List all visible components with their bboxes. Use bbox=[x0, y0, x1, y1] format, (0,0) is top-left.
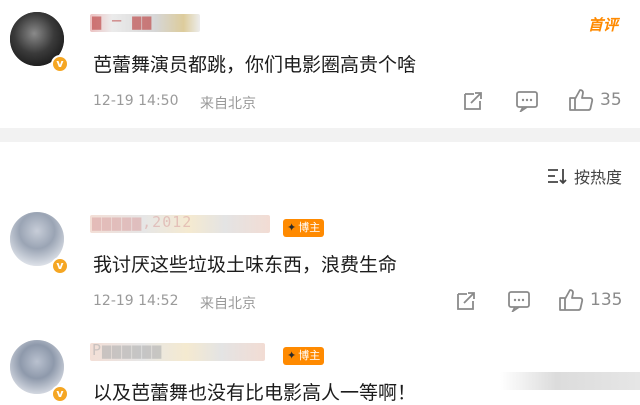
share-icon bbox=[457, 292, 475, 310]
verified-badge-icon: v bbox=[51, 55, 69, 73]
comment-icon bbox=[508, 291, 530, 312]
star-icon: ✦ bbox=[287, 349, 297, 362]
comment-location: 来自北京 bbox=[200, 296, 256, 312]
blogger-tag: ✦ 博主 bbox=[283, 347, 325, 365]
like-button[interactable]: 35 bbox=[568, 88, 622, 112]
like-count: 35 bbox=[600, 90, 622, 110]
blur-overlay bbox=[500, 372, 640, 390]
username[interactable]: ▆▆▆▆▆,2012 bbox=[92, 213, 192, 231]
comment-time: 12-19 14:52 bbox=[93, 293, 179, 309]
reply-button[interactable] bbox=[515, 90, 539, 112]
username[interactable]: Ρ▆▆▆▆▆▆ bbox=[92, 341, 162, 359]
sort-label: 按热度 bbox=[573, 168, 622, 187]
share-button[interactable] bbox=[455, 290, 477, 312]
comment-text: 以及芭蕾舞也没有比电影高人一等啊！ bbox=[93, 382, 417, 404]
username[interactable]: ▆ ─ ▆▆ bbox=[92, 12, 152, 30]
like-button[interactable]: 135 bbox=[558, 288, 622, 312]
comment-text: 芭蕾舞演员都跳，你们电影圈高贵个啥 bbox=[93, 54, 417, 76]
verified-badge-icon: v bbox=[51, 257, 69, 275]
sort-by-hot-button[interactable]: 按热度 bbox=[546, 164, 622, 188]
share-icon bbox=[464, 92, 482, 110]
blogger-tag: ✦ 博主 bbox=[283, 219, 325, 237]
sort-icon bbox=[547, 169, 567, 185]
comment-text: 我讨厌这些垃圾土味东西，浪费生命 bbox=[93, 254, 398, 276]
comment-2: v ▆▆▆▆▆,2012 ✦ 博主 我讨厌这些垃圾土味东西，浪费生命 12-19 … bbox=[0, 200, 640, 330]
reply-button[interactable] bbox=[507, 290, 531, 312]
comment-3: v Ρ▆▆▆▆▆▆ ✦ 博主 以及芭蕾舞也没有比电影高人一等啊！ bbox=[0, 330, 640, 405]
comment-time: 12-19 14:50 bbox=[93, 93, 179, 109]
first-comment-badge: 首评 bbox=[587, 16, 618, 34]
like-count: 135 bbox=[590, 290, 623, 310]
comment-location: 来自北京 bbox=[200, 96, 256, 112]
section-divider bbox=[0, 128, 640, 142]
thumbs-up-icon bbox=[559, 289, 584, 311]
verified-badge-icon: v bbox=[51, 385, 69, 403]
thumbs-up-icon bbox=[569, 89, 594, 111]
comment-1: v ▆ ─ ▆▆ 首评 芭蕾舞演员都跳，你们电影圈高贵个啥 12-19 14:5… bbox=[0, 0, 640, 128]
share-button[interactable] bbox=[462, 90, 484, 112]
star-icon: ✦ bbox=[287, 221, 297, 234]
comment-icon bbox=[516, 91, 538, 112]
